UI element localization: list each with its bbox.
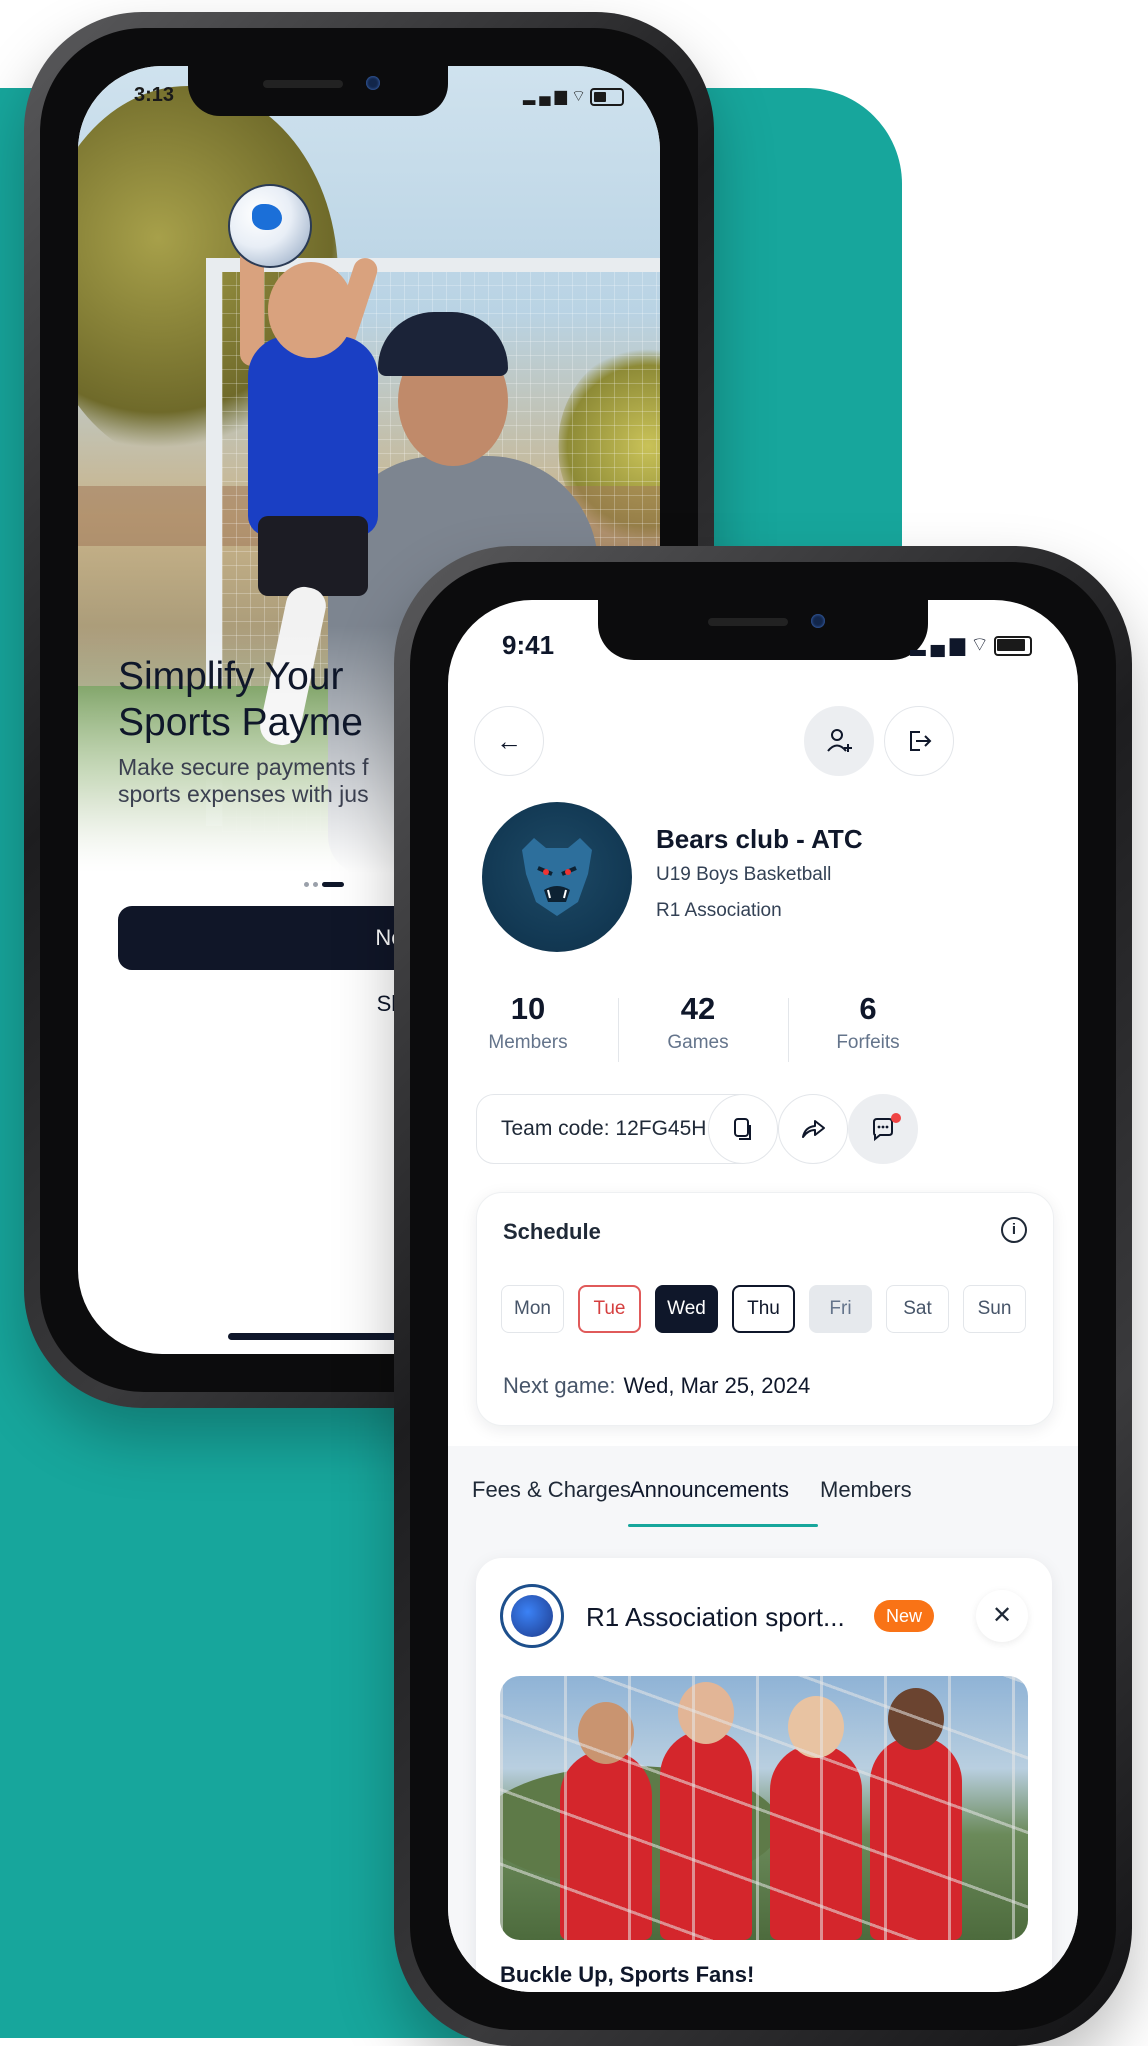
back-button[interactable]: ←	[474, 706, 544, 776]
tab-announcements[interactable]: Announcements	[630, 1466, 789, 1526]
day-sun[interactable]: Sun	[963, 1285, 1026, 1333]
status-bar: 3:13 ▂▄▆⌔	[78, 84, 660, 124]
announcement-headline: Buckle Up, Sports Fans!	[500, 1962, 755, 1987]
share-code-button[interactable]	[778, 1094, 848, 1164]
team-screen: 9:41 ▂▄▆⌔ ← Bears club - ATC U19 Boys Ba…	[448, 600, 1078, 1992]
signal-icon: ▂▄▆	[523, 88, 571, 105]
team-phone: 9:41 ▂▄▆⌔ ← Bears club - ATC U19 Boys Ba…	[394, 546, 1132, 2046]
status-time: 3:13	[134, 84, 175, 106]
new-badge: New	[874, 1600, 935, 1632]
battery-icon	[994, 635, 1032, 656]
leave-team-button[interactable]	[884, 706, 954, 776]
unread-dot	[891, 1113, 901, 1123]
team-league: U19 Boys Basketball	[656, 864, 832, 885]
announcement-card[interactable]: R1 Association sport... New ✕ Buckle Up,…	[476, 1558, 1052, 1992]
team-logo	[482, 802, 632, 952]
day-thu[interactable]: Thu	[732, 1285, 795, 1333]
tab-members[interactable]: Members	[820, 1466, 912, 1526]
day-sat[interactable]: Sat	[886, 1285, 949, 1333]
schedule-title: Schedule	[503, 1219, 601, 1244]
soccer-ball	[228, 184, 312, 268]
schedule-card: Schedule i Mon Tue Wed Thu Fri Sat Sun N…	[476, 1192, 1054, 1426]
status-time: 9:41	[502, 630, 555, 660]
exit-icon	[910, 731, 932, 751]
day-selector: Mon Tue Wed Thu Fri Sat Sun	[501, 1285, 1026, 1333]
user-plus-icon	[827, 729, 852, 752]
battery-icon	[590, 87, 624, 106]
org-logo	[500, 1584, 564, 1648]
next-game: Next game: Wed, Mar 25, 2024	[503, 1373, 811, 1398]
next-game-date: Wed, Mar 25, 2024	[623, 1373, 811, 1398]
team-association: R1 Association	[656, 900, 782, 921]
dismiss-button[interactable]: ✕	[976, 1590, 1028, 1642]
add-member-button[interactable]	[804, 706, 874, 776]
wifi-icon: ⌔	[970, 634, 994, 656]
tab-fees-charges[interactable]: Fees & Charges	[472, 1466, 631, 1526]
stat-forfeits: 6 Forfeits	[836, 991, 900, 1053]
share-icon	[802, 1120, 825, 1138]
day-mon[interactable]: Mon	[501, 1285, 564, 1333]
copy-code-button[interactable]	[708, 1094, 778, 1164]
bear-icon	[522, 838, 592, 916]
active-tab-indicator	[628, 1524, 818, 1527]
day-fri[interactable]: Fri	[809, 1285, 872, 1333]
signal-icon: ▂▄▆	[910, 634, 971, 656]
day-tue[interactable]: Tue	[578, 1285, 641, 1333]
announcement-photo	[500, 1676, 1028, 1940]
copy-icon	[734, 1118, 751, 1140]
team-chat-button[interactable]	[848, 1094, 918, 1164]
team-name: Bears club - ATC	[656, 824, 863, 854]
close-icon: ✕	[991, 1602, 1013, 1629]
day-wed[interactable]: Wed	[655, 1285, 718, 1333]
wifi-icon: ⌔	[570, 88, 590, 105]
page-indicator	[304, 874, 348, 892]
status-bar: 9:41 ▂▄▆⌔	[448, 600, 1078, 670]
announcement-org-name: R1 Association sport...	[586, 1602, 845, 1632]
info-icon[interactable]: i	[1001, 1217, 1027, 1243]
arrow-left-icon: ←	[496, 725, 522, 756]
tab-bar: Fees & Charges Announcements Members	[448, 1466, 1078, 1526]
